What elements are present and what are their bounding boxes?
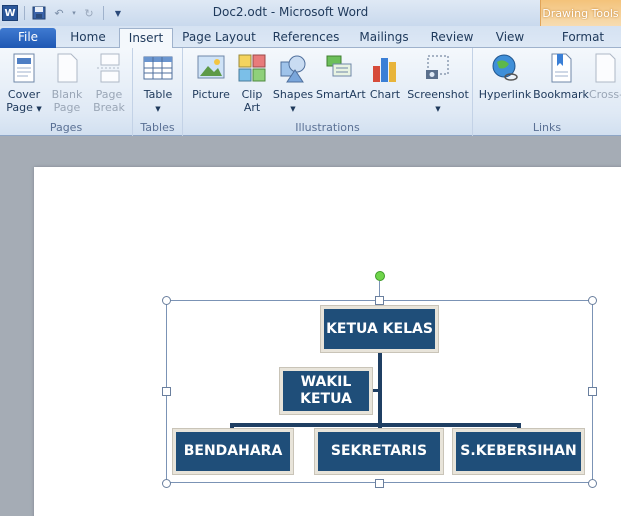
shapes-button[interactable]: Shapes ▼ — [271, 52, 315, 116]
cover-page-button[interactable]: Cover Page ▼ — [4, 52, 44, 116]
drawing-tools-label: Drawing Tools — [542, 7, 619, 20]
resize-handle-bottom[interactable] — [375, 479, 384, 488]
blank-page-button[interactable]: Blank Page — [48, 52, 86, 114]
shapes-icon — [280, 55, 306, 83]
org-node-top-label: KETUA KELAS — [326, 320, 433, 337]
resize-handle-top[interactable] — [375, 296, 384, 305]
clip-art-button[interactable]: Clip Art — [235, 52, 269, 114]
resize-handle-left[interactable] — [162, 387, 171, 396]
resize-handle-top-left[interactable] — [162, 296, 171, 305]
chevron-down-icon: ▼ — [36, 105, 42, 113]
tab-view[interactable]: View — [486, 28, 534, 48]
cross-reference-icon — [595, 53, 616, 83]
group-label-pages: Pages — [49, 121, 83, 134]
org-node-child-1[interactable]: BENDAHARA — [173, 429, 293, 474]
table-icon — [143, 56, 173, 80]
hyperlink-button[interactable]: Hyperlink — [477, 52, 533, 101]
blank-page-icon — [57, 53, 78, 83]
group-illustrations: Picture Clip Art Shapes ▼ SmartArt Chart … — [183, 48, 473, 136]
tab-format[interactable]: Format — [545, 28, 621, 48]
org-node-child-2[interactable]: SEKRETARIS — [315, 429, 443, 474]
picture-icon — [197, 55, 225, 79]
picture-label: Picture — [192, 88, 230, 101]
group-label-illustrations: Illustrations — [295, 121, 360, 134]
ribbon: Cover Page ▼ Blank Page Page Break Pages… — [0, 48, 621, 136]
chevron-down-icon: ▼ — [435, 105, 441, 113]
window-title: Doc2.odt - Microsoft Word — [212, 5, 369, 19]
org-node-child-label: S.KEBERSIHAN — [460, 443, 577, 459]
table-label: Table — [143, 88, 173, 101]
tab-references[interactable]: References — [268, 28, 344, 48]
chart-icon — [373, 58, 396, 82]
tab-page-layout[interactable]: Page Layout — [180, 28, 258, 48]
table-button[interactable]: Table ▼ — [138, 52, 178, 116]
hyperlink-icon — [492, 54, 518, 81]
rotate-handle[interactable] — [375, 271, 385, 281]
tab-mailings[interactable]: Mailings — [352, 28, 416, 48]
smartart-button[interactable]: SmartArt — [316, 52, 366, 101]
tab-insert[interactable]: Insert — [119, 28, 173, 49]
org-node-child-label: SEKRETARIS — [330, 443, 428, 459]
clip-art-icon — [238, 54, 266, 82]
chart-label: Chart — [369, 88, 401, 101]
hyperlink-label: Hyperlink — [478, 88, 532, 101]
cross-reference-label: Cross- — [589, 88, 621, 101]
group-label-links: Links — [532, 121, 562, 134]
bookmark-label: Bookmark — [533, 88, 589, 101]
org-node-assistant[interactable]: WAKIL KETUA — [280, 368, 372, 414]
chart-button[interactable]: Chart — [365, 52, 405, 101]
connector-horizontal — [230, 423, 521, 427]
org-node-child-label: BENDAHARA — [183, 443, 283, 459]
cover-page-icon — [13, 53, 35, 83]
ribbon-tabs: File Home Insert Page Layout References … — [0, 26, 621, 49]
page-break-label: Page Break — [93, 88, 125, 114]
org-node-assistant-label: WAKIL KETUA — [300, 374, 352, 407]
org-node-top[interactable]: KETUA KELAS — [321, 306, 438, 352]
screenshot-label: Screenshot — [407, 88, 469, 101]
smartart-icon — [326, 55, 352, 77]
screenshot-icon — [426, 55, 449, 79]
chevron-down-icon: ▼ — [290, 105, 296, 113]
tab-home[interactable]: Home — [62, 28, 114, 48]
cross-reference-button[interactable]: Cross- — [589, 52, 621, 101]
chevron-down-icon: ▼ — [155, 105, 161, 113]
shapes-label: Shapes — [272, 88, 314, 101]
bookmark-icon — [551, 53, 572, 83]
group-label-tables: Tables — [140, 121, 175, 134]
picture-button[interactable]: Picture — [189, 52, 233, 101]
resize-handle-bottom-left[interactable] — [162, 479, 171, 488]
tab-file[interactable]: File — [0, 28, 56, 48]
resize-handle-top-right[interactable] — [588, 296, 597, 305]
clip-art-label: Clip Art — [241, 88, 263, 114]
group-links: Hyperlink Bookmark Cross- Links — [473, 48, 621, 136]
blank-page-label: Blank Page — [51, 88, 83, 114]
org-node-child-3[interactable]: S.KEBERSIHAN — [453, 429, 584, 474]
title-bar: W ↶ ▾ ↻ ▼ Doc2.odt - Microsoft Word — [0, 0, 621, 26]
screenshot-button[interactable]: Screenshot ▼ — [407, 52, 469, 116]
resize-handle-bottom-right[interactable] — [588, 479, 597, 488]
page-break-button[interactable]: Page Break — [90, 52, 128, 114]
group-tables: Table ▼ Tables — [133, 48, 183, 136]
tab-review[interactable]: Review — [424, 28, 480, 48]
smartart-label: SmartArt — [316, 88, 366, 101]
bookmark-button[interactable]: Bookmark — [533, 52, 589, 101]
resize-handle-right[interactable] — [588, 387, 597, 396]
group-pages: Cover Page ▼ Blank Page Page Break Pages — [0, 48, 133, 136]
page-break-icon — [97, 53, 121, 83]
